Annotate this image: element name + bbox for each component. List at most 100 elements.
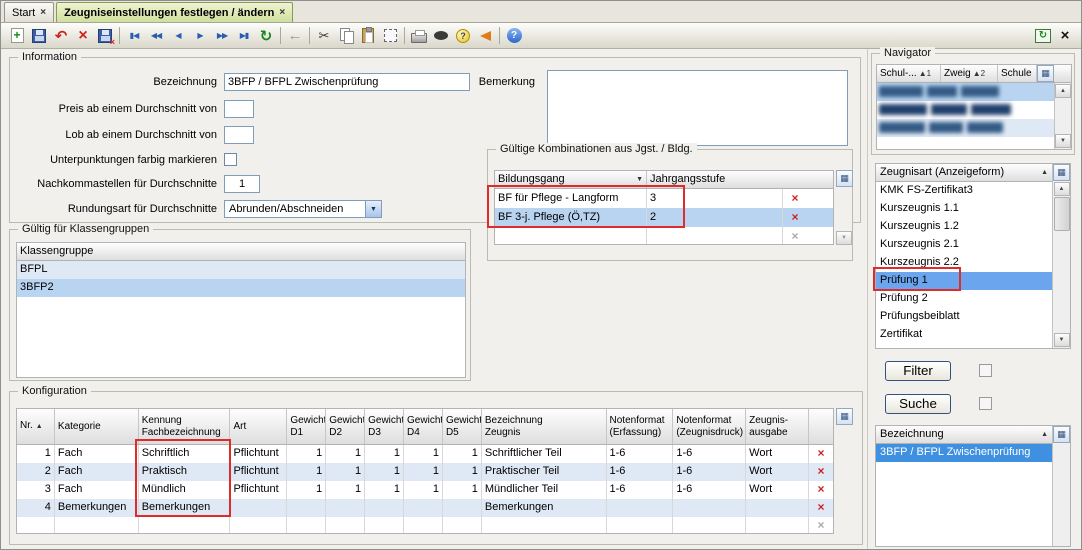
zeugnisart-header[interactable]: Zeugnisart (Anzeigeform) ▲ bbox=[876, 164, 1052, 182]
column-header-notenformat-zeugnisdruck[interactable]: Notenformat(Zeugnisdruck) bbox=[673, 409, 746, 444]
last-record-icon[interactable]: ▶▮ bbox=[233, 25, 255, 47]
filter-checkbox[interactable] bbox=[979, 364, 992, 377]
config-row[interactable]: 3 Fach Mündlich Pflichtunt 1 1 1 1 1 Mün… bbox=[17, 481, 833, 499]
select-region-icon[interactable] bbox=[379, 25, 401, 47]
scroll-up-icon[interactable]: ▲ bbox=[1055, 84, 1071, 98]
column-header-schule[interactable]: Schule bbox=[998, 65, 1037, 82]
chevron-down-icon[interactable]: ▼ bbox=[365, 201, 381, 217]
zeugnisart-item[interactable]: Kurszeugnis 1.2 bbox=[876, 218, 1052, 236]
next-record-icon[interactable]: ▶ bbox=[189, 25, 211, 47]
nachkommastellen-input[interactable] bbox=[224, 175, 260, 193]
bezeichnung-header[interactable]: Bezeichnung ▲ bbox=[876, 426, 1052, 444]
column-header-bildungsgang[interactable]: Bildungsgang ▼ bbox=[495, 171, 647, 188]
cut-icon[interactable]: ✂ bbox=[313, 25, 335, 47]
zeugnisart-item[interactable]: Prüfung 2 bbox=[876, 290, 1052, 308]
refresh-icon[interactable]: ↻ bbox=[255, 25, 277, 47]
delete-row-icon[interactable]: × bbox=[783, 208, 807, 227]
table-row[interactable]: BF für Pflege - Langform 3 × bbox=[495, 189, 833, 208]
table-row-empty[interactable]: × bbox=[495, 227, 833, 245]
zeugnisart-item[interactable]: Kurszeugnis 2.1 bbox=[876, 236, 1052, 254]
close-view-icon[interactable]: × bbox=[1054, 25, 1076, 47]
column-header-art[interactable]: Art bbox=[230, 409, 287, 444]
suche-button[interactable]: Suche bbox=[885, 394, 951, 414]
zeugnisart-item[interactable]: Prüfungsbeiblatt bbox=[876, 308, 1052, 326]
table-row-redacted[interactable] bbox=[877, 101, 1054, 119]
scroll-down-icon[interactable]: ▼ bbox=[1055, 134, 1071, 148]
column-header-bezeichnung-zeugnis[interactable]: BezeichnungZeugnis bbox=[482, 409, 607, 444]
table-row[interactable]: 3BFP2 bbox=[17, 279, 465, 297]
preview-icon[interactable] bbox=[430, 25, 452, 47]
grid-settings-icon[interactable]: ▦ bbox=[1053, 426, 1070, 443]
save-validate-icon[interactable]: × bbox=[94, 25, 116, 47]
table-row[interactable]: BFPL bbox=[17, 261, 465, 279]
grid-settings-icon[interactable]: ▦ bbox=[836, 170, 853, 187]
delete-record-icon[interactable]: × bbox=[72, 25, 94, 47]
tab-zeugniseinstellungen[interactable]: Zeugniseinstellungen festlegen / ändern … bbox=[56, 2, 293, 22]
grid-settings-icon[interactable]: ▦ bbox=[1053, 164, 1070, 181]
zeugnisart-item[interactable]: Kurszeugnis 1.1 bbox=[876, 200, 1052, 218]
column-header-gewicht-d2[interactable]: GewichtD2 bbox=[326, 409, 365, 444]
refresh-view-icon[interactable]: ↻ bbox=[1032, 25, 1054, 47]
bezeichnung-item[interactable]: 3BFP / BFPL Zwischenprüfung bbox=[876, 444, 1052, 462]
unterpunktungen-checkbox[interactable] bbox=[224, 153, 237, 166]
new-record-icon[interactable]: + bbox=[6, 25, 28, 47]
tab-close-icon[interactable]: × bbox=[279, 7, 285, 18]
tab-start[interactable]: Start × bbox=[4, 2, 54, 22]
grid-settings-icon[interactable]: ▦ bbox=[836, 408, 853, 425]
delete-row-icon[interactable]: × bbox=[809, 499, 833, 517]
first-record-icon[interactable]: ▮◀ bbox=[123, 25, 145, 47]
rundungsart-select[interactable]: Abrunden/Abschneiden ▼ bbox=[224, 200, 382, 218]
column-header-schulnr[interactable]: Schul-...▲1 bbox=[877, 65, 941, 82]
table-row[interactable]: BF 3-j. Pflege (Ö,TZ) 2 × bbox=[495, 208, 833, 227]
fast-forward-icon[interactable]: ▶▶ bbox=[211, 25, 233, 47]
delete-row-icon[interactable]: × bbox=[809, 463, 833, 481]
config-row[interactable]: 4 Bemerkungen Bemerkungen Bemerkungen × bbox=[17, 499, 833, 517]
config-row-empty[interactable]: × bbox=[17, 517, 833, 534]
column-header-gewicht-d4[interactable]: GewichtD4 bbox=[404, 409, 443, 444]
filter-button[interactable]: Filter bbox=[885, 361, 951, 381]
zeugnisart-item[interactable]: KMK FS-Zertifikat3 bbox=[876, 182, 1052, 200]
delete-row-icon[interactable]: × bbox=[809, 481, 833, 499]
zeugnisart-item-pruefung-1[interactable]: Prüfung 1 bbox=[876, 272, 1052, 290]
scrollbar[interactable]: ▲ ▼ bbox=[1054, 83, 1071, 149]
help-icon[interactable]: ? bbox=[503, 25, 525, 47]
undo-icon[interactable]: ↶ bbox=[50, 25, 72, 47]
column-header-jahrgangsstufe[interactable]: Jahrgangsstufe bbox=[647, 171, 833, 188]
config-row[interactable]: 2 Fach Praktisch Pflichtunt 1 1 1 1 1 Pr… bbox=[17, 463, 833, 481]
delete-row-icon[interactable]: × bbox=[809, 445, 833, 463]
table-row-redacted[interactable] bbox=[877, 119, 1054, 137]
column-header-nr[interactable]: Nr.▲ bbox=[17, 409, 55, 444]
column-header-zweig[interactable]: Zweig▲2 bbox=[941, 65, 998, 82]
print-icon[interactable] bbox=[408, 25, 430, 47]
zeugnisart-item[interactable]: Zertifikat bbox=[876, 326, 1052, 344]
back-icon[interactable]: ← bbox=[284, 25, 306, 47]
scrollbar[interactable]: ▦ bbox=[1052, 426, 1070, 546]
zeugnisart-item[interactable]: Kurszeugnis 2.2 bbox=[876, 254, 1052, 272]
column-header-zeugnisausgabe[interactable]: Zeugnis-ausgabe bbox=[746, 409, 809, 444]
tab-close-icon[interactable]: × bbox=[40, 7, 46, 18]
copy-icon[interactable] bbox=[335, 25, 357, 47]
column-header-klassengruppe[interactable]: Klassengruppe bbox=[17, 243, 465, 260]
delete-row-icon[interactable]: × bbox=[783, 189, 807, 208]
suche-checkbox[interactable] bbox=[979, 397, 992, 410]
paste-icon[interactable] bbox=[357, 25, 379, 47]
tip-icon[interactable]: ? bbox=[452, 25, 474, 47]
scroll-thumb[interactable] bbox=[1054, 197, 1070, 231]
table-row-redacted[interactable] bbox=[877, 83, 1054, 101]
previous-record-icon[interactable]: ◀ bbox=[167, 25, 189, 47]
megaphone-icon[interactable] bbox=[474, 25, 496, 47]
save-icon[interactable] bbox=[28, 25, 50, 47]
lob-input[interactable] bbox=[224, 126, 254, 144]
fast-backward-icon[interactable]: ◀◀ bbox=[145, 25, 167, 47]
grid-settings-icon[interactable]: ▦ bbox=[1037, 65, 1054, 82]
column-header-notenformat-erfassung[interactable]: Notenformat(Erfassung) bbox=[607, 409, 674, 444]
bezeichnung-input[interactable] bbox=[224, 73, 470, 91]
column-header-kategorie[interactable]: Kategorie bbox=[55, 409, 139, 444]
column-header-gewicht-d1[interactable]: GewichtD1 bbox=[287, 409, 326, 444]
scrollbar[interactable]: ▦ ▲ ▼ bbox=[1052, 164, 1070, 348]
scroll-down-icon[interactable]: ▼ bbox=[836, 231, 852, 245]
preis-input[interactable] bbox=[224, 100, 254, 118]
column-header-kennung[interactable]: KennungFachbezeichnung bbox=[139, 409, 231, 444]
scroll-up-icon[interactable]: ▲ bbox=[1054, 182, 1070, 196]
config-row[interactable]: 1 Fach Schriftlich Pflichtunt 1 1 1 1 1 … bbox=[17, 445, 833, 463]
